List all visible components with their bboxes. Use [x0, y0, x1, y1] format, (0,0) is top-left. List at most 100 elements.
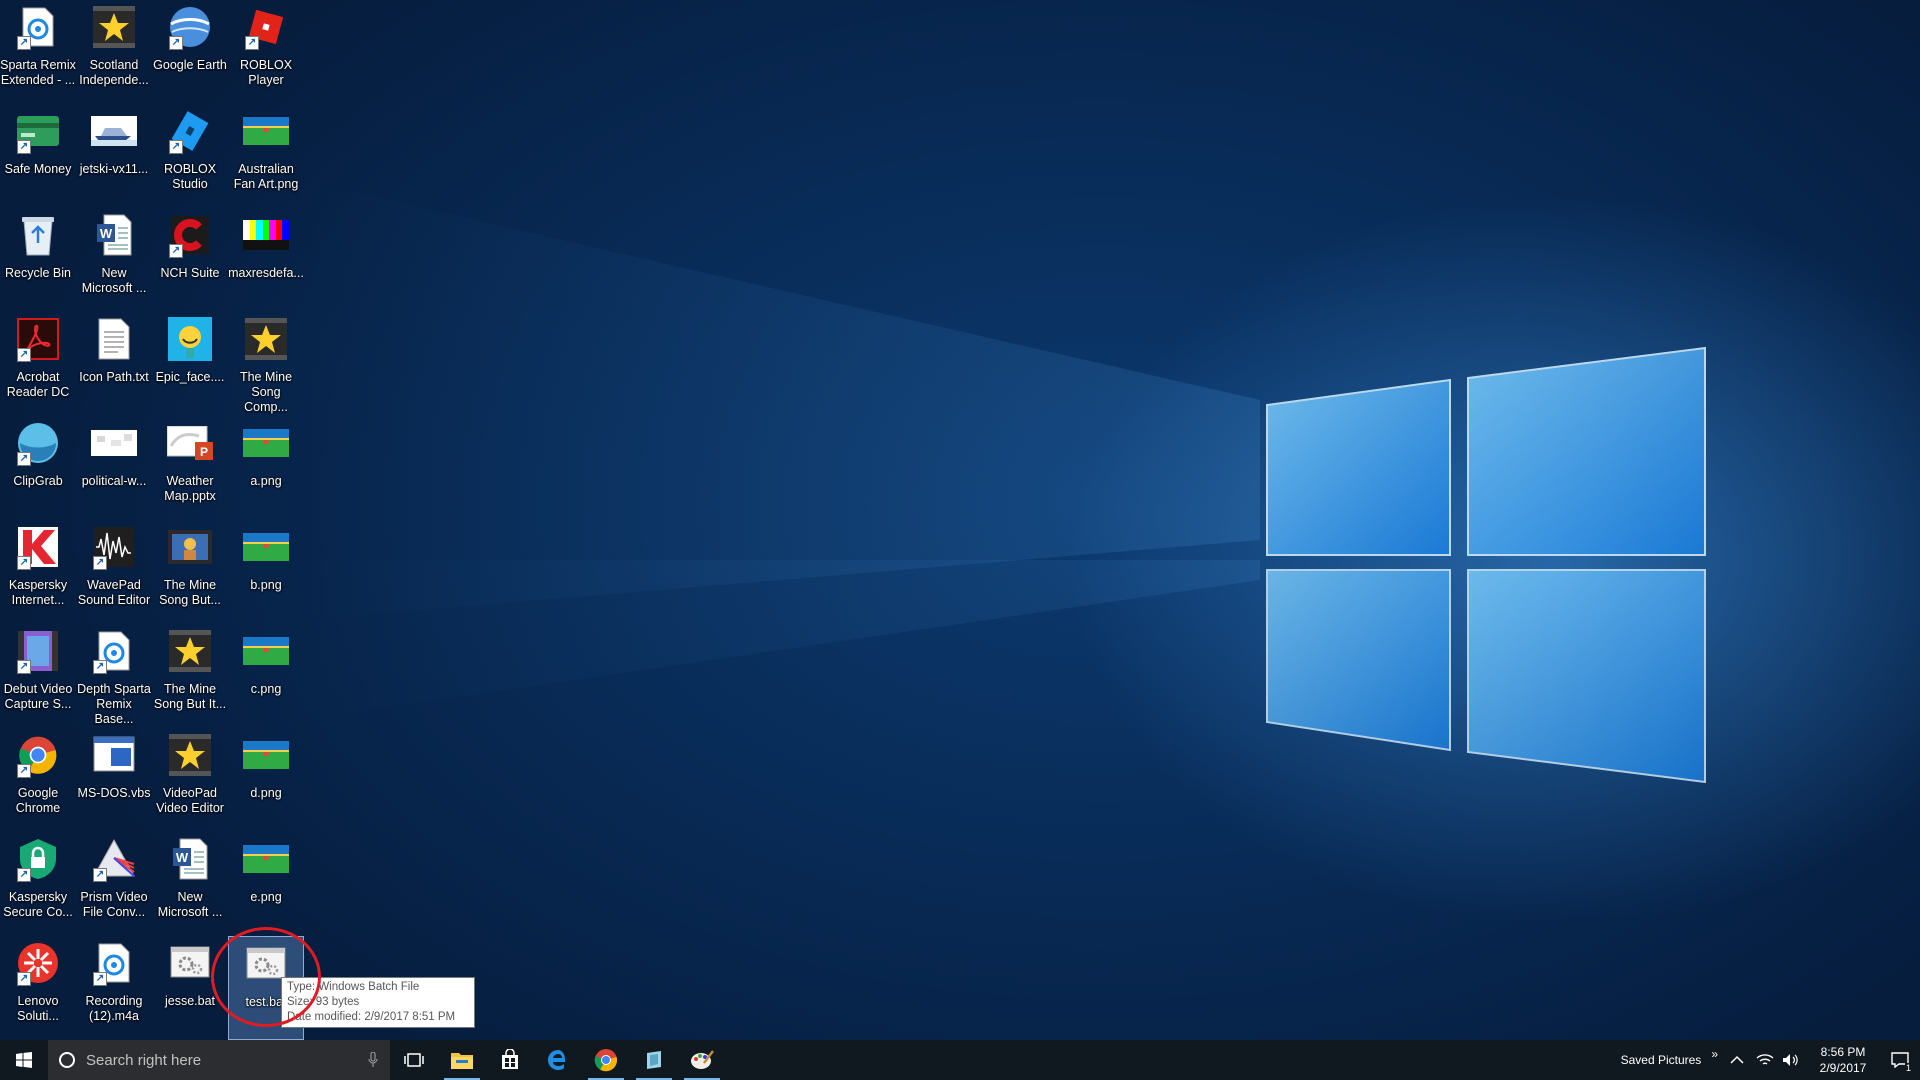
desktop-icon-label: The Mine Song But It...: [153, 682, 227, 711]
word-document-icon: W: [167, 836, 213, 882]
search-box[interactable]: Search right here: [48, 1040, 390, 1080]
desktop-icon[interactable]: W New Microsoft ...: [76, 208, 152, 312]
toolbar-overflow[interactable]: »: [1711, 1047, 1718, 1061]
taskbar-file-explorer[interactable]: [438, 1040, 486, 1080]
shortcut-arrow-icon: ↗: [169, 36, 183, 50]
task-view-icon: [404, 1053, 424, 1067]
flag-image-icon: [243, 420, 289, 466]
desktop-icon[interactable]: b.png: [228, 520, 304, 624]
desktop-icon[interactable]: ↗ Acrobat Reader DC: [0, 312, 76, 416]
desktop-icon[interactable]: P Weather Map.pptx: [152, 416, 228, 520]
flag-image-icon: [243, 628, 289, 674]
taskbar-app[interactable]: [630, 1040, 678, 1080]
desktop-icon[interactable]: ↗ WavePad Sound Editor: [76, 520, 152, 624]
desktop-icon[interactable]: ↗ Prism Video File Conv...: [76, 832, 152, 936]
desktop-icon[interactable]: Australian Fan Art.png: [228, 104, 304, 208]
desktop-icon[interactable]: ↗ Lenovo Soluti...: [0, 936, 76, 1040]
desktop-icon[interactable]: c.png: [228, 624, 304, 728]
wavepad-icon: ↗: [91, 524, 137, 570]
flag-image-icon: [243, 732, 289, 778]
desktop-icon[interactable]: The Mine Song Comp...: [228, 312, 304, 416]
flag-image-icon: [243, 108, 289, 154]
desktop-icon[interactable]: d.png: [228, 728, 304, 832]
desktop-icon-label: Prism Video File Conv...: [80, 890, 148, 919]
shortcut-arrow-icon: ↗: [169, 244, 183, 258]
desktop-icon[interactable]: maxresdefa...: [228, 208, 304, 312]
desktop-icon-label: Weather Map.pptx: [164, 474, 216, 503]
desktop-icon[interactable]: The Mine Song But It...: [152, 624, 228, 728]
shortcut-arrow-icon: ↗: [93, 868, 107, 882]
desktop-icon-label: ROBLOX Player: [239, 58, 293, 87]
desktop-icon-label: c.png: [250, 682, 282, 696]
store-icon: [502, 1049, 518, 1069]
desktop-icon[interactable]: e.png: [228, 832, 304, 936]
desktop-icon[interactable]: ↗ NCH Suite: [152, 208, 228, 312]
chevron-up-icon[interactable]: [1730, 1055, 1744, 1065]
desktop-icon-label: a.png: [250, 474, 282, 488]
color-bars-image-icon: [243, 212, 289, 258]
clock-date: 2/9/2017: [1819, 1061, 1867, 1075]
wifi-icon[interactable]: [1756, 1053, 1774, 1067]
shortcut-arrow-icon: ↗: [17, 556, 31, 570]
google-earth-icon: ↗: [167, 4, 213, 50]
desktop-icon-label: New Microsoft ...: [81, 266, 147, 295]
desktop-icon[interactable]: a.png: [228, 416, 304, 520]
desktop-icon[interactable]: ↗ Debut Video Capture S...: [0, 624, 76, 728]
desktop-icon-label: Recycle Bin: [5, 266, 71, 280]
roblox-studio-icon: ↗: [167, 108, 213, 154]
desktop-icon-label: jetski-vx11...: [79, 162, 149, 176]
desktop-icon-label: Safe Money: [4, 162, 72, 176]
desktop-icon[interactable]: The Mine Song But...: [152, 520, 228, 624]
desktop-icon-label: Debut Video Capture S...: [3, 682, 73, 711]
desktop-icon[interactable]: Epic_face....: [152, 312, 228, 416]
desktop-icon[interactable]: Scotland Independe...: [76, 0, 152, 104]
desktop-icon[interactable]: ↗ Google Earth: [152, 0, 228, 104]
desktop-icon[interactable]: ↗ ROBLOX Studio: [152, 104, 228, 208]
taskbar-store[interactable]: [486, 1040, 534, 1080]
desktop-icon-label: Kaspersky Secure Co...: [3, 890, 73, 919]
shortcut-arrow-icon: ↗: [17, 36, 31, 50]
taskbar-chrome[interactable]: [582, 1040, 630, 1080]
desktop-icon[interactable]: MS-DOS.vbs: [76, 728, 152, 832]
desktop-icon[interactable]: ↗ ROBLOX Player: [228, 0, 304, 104]
action-center-button[interactable]: 1: [1880, 1040, 1920, 1080]
desktop-icon[interactable]: Icon Path.txt: [76, 312, 152, 416]
text-file-icon: [91, 316, 137, 362]
desktop-icon-label: New Microsoft ...: [157, 890, 223, 919]
desktop-icon[interactable]: ↗ Google Chrome: [0, 728, 76, 832]
desktop-icon-label: b.png: [250, 578, 282, 592]
desktop-icon[interactable]: ↗ Kaspersky Internet...: [0, 520, 76, 624]
desktop-icon[interactable]: political-w...: [76, 416, 152, 520]
desktop-icon-label: The Mine Song But...: [159, 578, 221, 607]
clock[interactable]: 8:56 PM 2/9/2017: [1806, 1044, 1880, 1076]
desktop-icon[interactable]: Recycle Bin: [0, 208, 76, 312]
taskbar-paint[interactable]: [678, 1040, 726, 1080]
powerpoint-file-icon: P: [167, 420, 213, 466]
desktop-icon[interactable]: ↗ Recording (12).m4a: [76, 936, 152, 1040]
taskbar-edge[interactable]: [534, 1040, 582, 1080]
desktop-icon[interactable]: ↗ ClipGrab: [0, 416, 76, 520]
desktop-icon[interactable]: ↗ Safe Money: [0, 104, 76, 208]
desktop-icon-label: The Mine Song Comp...: [239, 370, 293, 414]
task-view-button[interactable]: [390, 1040, 438, 1080]
desktop-icon[interactable]: ↗ Kaspersky Secure Co...: [0, 832, 76, 936]
desktop-icon-label: d.png: [250, 786, 282, 800]
desktop-icon[interactable]: VideoPad Video Editor: [152, 728, 228, 832]
kaspersky-secure-icon: ↗: [15, 836, 61, 882]
desktop-icon[interactable]: jetski-vx11...: [76, 104, 152, 208]
star-video-icon: [167, 628, 213, 674]
flag-image-icon: [243, 524, 289, 570]
start-button[interactable]: [0, 1040, 48, 1080]
volume-icon[interactable]: [1782, 1053, 1800, 1067]
desktop-icon[interactable]: W New Microsoft ...: [152, 832, 228, 936]
chrome-icon: ↗: [15, 732, 61, 778]
toolbar-saved-pictures[interactable]: Saved Pictures: [1621, 1053, 1702, 1067]
microphone-icon[interactable]: [368, 1052, 378, 1068]
shortcut-arrow-icon: ↗: [17, 140, 31, 154]
desktop-icon-label: Icon Path.txt: [79, 370, 149, 384]
desktop-icon[interactable]: ↗ Sparta Remix Extended - ...: [0, 0, 76, 104]
desktop-icon[interactable]: ↗ Depth Sparta Remix Base...: [76, 624, 152, 728]
taskbar: Search right here Saved Pictures » 8:56 …: [0, 1040, 1920, 1080]
desktop-icon-label: Google Chrome: [15, 786, 61, 815]
vbs-script-icon: [91, 732, 137, 778]
